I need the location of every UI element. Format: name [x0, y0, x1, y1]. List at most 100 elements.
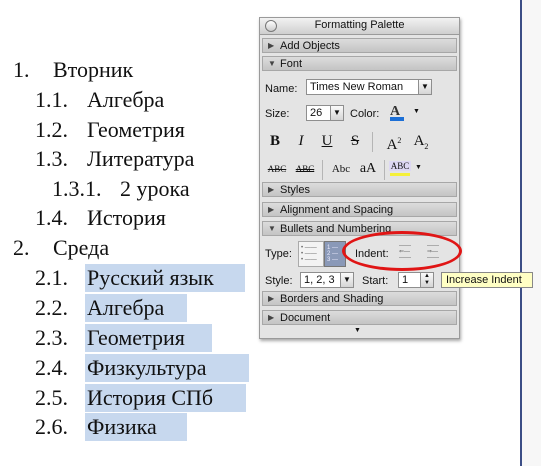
- list-number: 2.2.: [35, 295, 68, 320]
- superscript-button[interactable]: A2: [383, 130, 405, 153]
- list-item[interactable]: 2.6. Физика: [35, 413, 187, 441]
- list-number: 1.1.: [35, 87, 68, 112]
- start-number-stepper[interactable]: 1 ▲ ▼: [398, 272, 434, 288]
- list-text: История СПб: [85, 384, 246, 412]
- list-text: Алгебра: [85, 294, 187, 322]
- list-item[interactable]: 1.3. Литература: [35, 145, 196, 173]
- font-color-label: Color:: [350, 108, 380, 120]
- disclosure-right-icon: ▶: [268, 294, 275, 303]
- more-chevron-icon[interactable]: ▼: [354, 327, 361, 334]
- numbering-style-value: 1, 2, 3: [304, 274, 335, 286]
- formatting-palette: Formatting Palette ▶ Add Objects ▼ Font …: [259, 17, 460, 339]
- numbered-list-icon: 1 —2 —3 —: [327, 245, 339, 263]
- list-number: 2.4.: [35, 355, 68, 380]
- font-name-dropdown[interactable]: Times New Roman ▼: [306, 79, 432, 95]
- palette-titlebar[interactable]: Formatting Palette: [260, 18, 459, 35]
- highlight-button[interactable]: ABC: [389, 161, 411, 177]
- list-text: Литература: [87, 146, 195, 171]
- italic-button[interactable]: I: [290, 130, 312, 152]
- disclosure-right-icon: ▶: [268, 41, 275, 50]
- list-text: Геометрия: [87, 117, 185, 142]
- palette-title: Formatting Palette: [314, 19, 405, 31]
- list-item[interactable]: 2.5. История СПб: [35, 384, 246, 412]
- annotation-oval: [342, 231, 462, 271]
- list-text: История: [87, 205, 166, 230]
- list-item[interactable]: 2.4. Физкультура: [35, 354, 249, 382]
- list-text: Физкультура: [85, 354, 249, 382]
- shadow-button[interactable]: S: [344, 130, 366, 152]
- chevron-down-icon: ▼: [330, 106, 343, 120]
- font-name-value: Times New Roman: [310, 81, 404, 93]
- bold-button[interactable]: B: [264, 130, 286, 152]
- section-styles[interactable]: ▶ Styles: [262, 182, 457, 197]
- numbering-style-dropdown[interactable]: 1, 2, 3 ▼: [300, 272, 354, 288]
- font-color-button[interactable]: A: [388, 104, 408, 122]
- superscript-mark: 2: [397, 136, 402, 145]
- double-strikethrough-button[interactable]: ABC: [292, 158, 318, 180]
- strikethrough-button[interactable]: ABC: [264, 158, 290, 180]
- bullet-type-label: Type:: [265, 248, 292, 260]
- start-number-value: 1: [402, 274, 409, 286]
- list-item[interactable]: 2.2. Алгебра: [35, 294, 187, 322]
- list-item[interactable]: 1.3.1. 2 урока: [52, 175, 192, 203]
- subscript-letter: A: [413, 133, 425, 149]
- divider: [322, 160, 323, 180]
- list-text: Вторник: [53, 57, 134, 82]
- chevron-down-icon[interactable]: ▼: [415, 164, 422, 171]
- section-add-objects[interactable]: ▶ Add Objects: [262, 38, 457, 53]
- list-text: 2 урока: [120, 176, 190, 201]
- list-number: 2.1.: [35, 265, 68, 290]
- list-text: Среда: [53, 235, 110, 260]
- section-alignment-spacing[interactable]: ▶ Alignment and Spacing: [262, 202, 457, 217]
- font-size-dropdown[interactable]: 26 ▼: [306, 105, 344, 121]
- list-text: Алгебра: [87, 87, 165, 112]
- list-item[interactable]: 2.1. Русский язык: [35, 264, 245, 292]
- underline-button[interactable]: U: [316, 130, 338, 152]
- section-label: Alignment and Spacing: [280, 204, 394, 216]
- increase-indent-tooltip: Increase Indent: [441, 272, 533, 288]
- list-text: Физика: [85, 413, 187, 441]
- list-item[interactable]: 1.1. Алгебра: [35, 86, 166, 114]
- chevron-down-icon: ▼: [340, 273, 353, 287]
- list-text: Русский язык: [85, 264, 245, 292]
- disclosure-right-icon: ▶: [268, 185, 275, 194]
- list-number: 2.5.: [35, 385, 68, 410]
- divider: [372, 132, 373, 152]
- stepper-arrows-icon: ▲ ▼: [420, 273, 433, 287]
- list-text: Геометрия: [85, 324, 212, 352]
- list-number: 1.2.: [35, 117, 68, 142]
- list-number: 1.: [13, 57, 30, 82]
- list-item[interactable]: 2. Среда: [13, 234, 111, 262]
- chevron-down-icon[interactable]: ▼: [413, 108, 420, 115]
- section-label: Font: [280, 58, 303, 70]
- list-number: 2.: [13, 235, 30, 260]
- list-number: 1.3.: [35, 146, 68, 171]
- highlight-swatch: [390, 173, 410, 176]
- section-borders-shading[interactable]: ▶ Borders and Shading: [262, 291, 457, 306]
- section-label: Borders and Shading: [280, 293, 384, 305]
- divider: [384, 160, 385, 180]
- small-caps-button[interactable]: Abc: [328, 158, 354, 180]
- numbering-style-label: Style:: [265, 275, 293, 287]
- list-number: 2.3.: [35, 325, 68, 350]
- disclosure-right-icon: ▶: [268, 205, 275, 214]
- list-number: 1.3.1.: [52, 176, 102, 201]
- section-label: Add Objects: [280, 40, 340, 52]
- chevron-down-icon: ▼: [418, 80, 431, 94]
- list-item[interactable]: 2.3. Геометрия: [35, 324, 212, 352]
- all-caps-button[interactable]: aA: [356, 158, 380, 180]
- section-document[interactable]: ▶ Document: [262, 310, 457, 325]
- list-item[interactable]: 1. Вторник: [13, 56, 135, 84]
- font-color-swatch: [390, 117, 404, 121]
- section-font[interactable]: ▼ Font: [262, 56, 457, 71]
- bullet-list-button[interactable]: • —— • —— • ——: [298, 241, 324, 267]
- subscript-button[interactable]: A2: [410, 130, 432, 152]
- disclosure-down-icon: ▼: [268, 59, 276, 68]
- disclosure-right-icon: ▶: [268, 313, 275, 322]
- font-size-value: 26: [310, 107, 323, 119]
- superscript-letter: A: [386, 137, 398, 153]
- highlight-label: ABC: [389, 161, 411, 171]
- list-item[interactable]: 1.4. История: [35, 204, 168, 232]
- start-label: Start:: [362, 275, 389, 287]
- list-item[interactable]: 1.2. Геометрия: [35, 116, 187, 144]
